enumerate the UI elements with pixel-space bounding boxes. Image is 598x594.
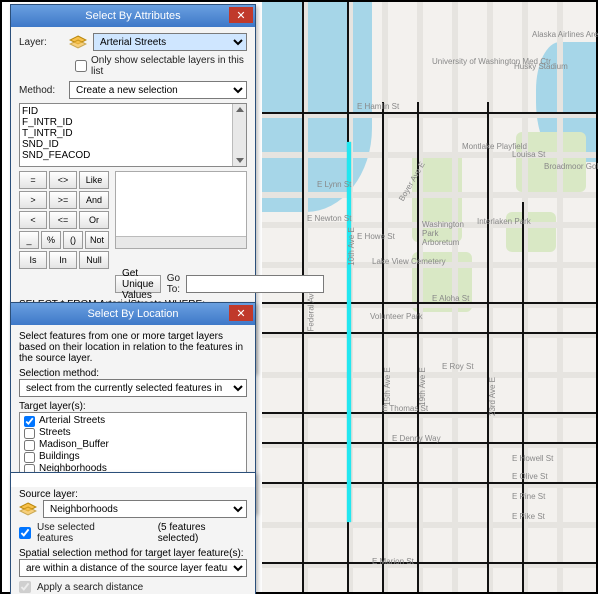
op-lte[interactable]: <= xyxy=(49,211,77,229)
target-layer-checkbox[interactable] xyxy=(24,428,35,439)
scrollbar-vertical[interactable] xyxy=(232,104,246,166)
op-is[interactable]: Is xyxy=(19,251,47,269)
field-item[interactable]: FID xyxy=(22,106,244,117)
target-layer-item[interactable]: Arterial Streets xyxy=(24,415,242,427)
op-neq[interactable]: <> xyxy=(49,171,77,189)
op-lt[interactable]: < xyxy=(19,211,47,229)
op-and[interactable]: And xyxy=(79,191,109,209)
unique-values-listbox[interactable] xyxy=(115,171,247,249)
map-label: E Pine St xyxy=(512,492,545,501)
field-item[interactable]: SND_FEACOD xyxy=(22,150,244,161)
selection-method-label: Selection method: xyxy=(19,368,247,379)
map-label: E Howe St xyxy=(357,232,395,241)
go-to-label: Go To: xyxy=(167,273,180,295)
map-label: Broadmoor Golf Club xyxy=(544,162,598,171)
layer-icon xyxy=(19,502,37,516)
scrollbar-horizontal[interactable] xyxy=(116,236,246,248)
use-selected-features-checkbox[interactable] xyxy=(19,527,31,539)
method-label: Method: xyxy=(19,85,63,96)
use-selected-features-label: Use selected features xyxy=(37,522,132,544)
op-null[interactable]: Null xyxy=(79,251,109,269)
field-item[interactable]: F_INTR_ID xyxy=(22,117,244,128)
close-icon[interactable]: ✕ xyxy=(229,7,253,23)
dialog-titlebar[interactable]: Select By Attributes ✕ xyxy=(11,5,255,27)
only-selectable-label: Only show selectable layers in this list xyxy=(91,55,247,77)
close-icon[interactable]: ✕ xyxy=(229,305,253,321)
layer-select[interactable]: Arterial Streets xyxy=(93,33,247,51)
map-label: E Denny Way xyxy=(392,434,441,443)
field-item[interactable]: T_INTR_ID xyxy=(22,128,244,139)
map-label: 23rd Ave E xyxy=(488,377,497,416)
map-label: E Olive St xyxy=(512,472,548,481)
selected-count-text: (5 features selected) xyxy=(158,522,247,544)
target-layer-item[interactable]: Streets xyxy=(24,427,242,439)
map-label: Louisa St xyxy=(512,150,545,159)
torn-edge xyxy=(11,473,255,487)
source-layer-label: Source layer: xyxy=(19,489,247,500)
op-not[interactable]: Not xyxy=(85,231,109,249)
map-label: E Hamlin St xyxy=(357,102,399,111)
map-canvas[interactable]: University of Washington Med Ctr Husky S… xyxy=(262,2,596,592)
target-layer-item[interactable]: Madison_Buffer xyxy=(24,439,242,451)
map-label: E Newton St xyxy=(307,214,351,223)
select-by-location-dialog-bottom: Source layer: Neighborhoods Use selected… xyxy=(10,472,256,594)
op-in[interactable]: In xyxy=(49,251,77,269)
target-layers-label: Target layer(s): xyxy=(19,401,247,412)
only-selectable-checkbox[interactable] xyxy=(75,60,87,72)
target-layer-checkbox[interactable] xyxy=(24,440,35,451)
spatial-method-label: Spatial selection method for target laye… xyxy=(19,548,247,559)
selection-method-select[interactable]: select from the currently selected featu… xyxy=(19,379,247,397)
method-select[interactable]: Create a new selection xyxy=(69,81,247,99)
field-item[interactable]: SND_ID xyxy=(22,139,244,150)
map-label: E Howell St xyxy=(512,454,553,463)
op-underscore[interactable]: _ xyxy=(19,231,39,249)
dialog-titlebar[interactable]: Select By Location ✕ xyxy=(11,303,255,325)
op-gt[interactable]: > xyxy=(19,191,47,209)
target-layer-label: Streets xyxy=(39,427,71,439)
op-like[interactable]: Like xyxy=(79,171,109,189)
map-label: Washington Park Arboretum xyxy=(422,220,472,247)
map-label: Volunteer Park xyxy=(370,312,422,321)
layer-label: Layer: xyxy=(19,37,63,48)
target-layer-label: Buildings xyxy=(39,451,80,463)
go-to-input[interactable] xyxy=(186,275,324,293)
map-label: E Marion St xyxy=(372,557,414,566)
get-unique-values-button[interactable]: Get Unique Values xyxy=(115,275,161,293)
map-label: Husky Stadium xyxy=(514,62,568,71)
map-label: Lake View Cemetery xyxy=(372,257,446,266)
target-layer-checkbox[interactable] xyxy=(24,452,35,463)
target-layer-label: Arterial Streets xyxy=(39,415,105,427)
source-layer-select[interactable]: Neighborhoods xyxy=(43,500,247,518)
spatial-method-select[interactable]: are within a distance of the source laye… xyxy=(19,559,247,577)
map-label: E Aloha St xyxy=(432,294,469,303)
map-label: E Lynn St xyxy=(317,180,351,189)
map-label: Interlaken Park xyxy=(477,217,531,226)
dialog-title: Select By Attributes xyxy=(11,10,255,22)
selected-feature-highlight xyxy=(347,142,351,522)
fields-listbox[interactable]: FID F_INTR_ID T_INTR_ID SND_ID SND_FEACO… xyxy=(19,103,247,167)
map-label: E Roy St xyxy=(442,362,474,371)
map-label: 10th Ave E xyxy=(347,227,356,266)
op-percent[interactable]: % xyxy=(41,231,61,249)
apply-distance-label: Apply a search distance xyxy=(37,582,143,593)
map-label: 15th Ave E xyxy=(383,367,392,406)
map-label: 19th Ave E xyxy=(418,367,427,406)
op-or[interactable]: Or xyxy=(79,211,109,229)
intro-text: Select features from one or more target … xyxy=(19,331,247,364)
layer-icon xyxy=(69,35,87,49)
op-eq[interactable]: = xyxy=(19,171,47,189)
op-gte[interactable]: >= xyxy=(49,191,77,209)
target-layer-checkbox[interactable] xyxy=(24,416,35,427)
apply-distance-checkbox xyxy=(19,581,31,593)
target-layer-item[interactable]: Buildings xyxy=(24,451,242,463)
target-layer-label: Madison_Buffer xyxy=(39,439,109,451)
map-label: Alaska Airlines Arena xyxy=(532,30,598,39)
dialog-title: Select By Location xyxy=(11,308,255,320)
op-parens[interactable]: () xyxy=(63,231,83,249)
map-label: E Pike St xyxy=(512,512,545,521)
